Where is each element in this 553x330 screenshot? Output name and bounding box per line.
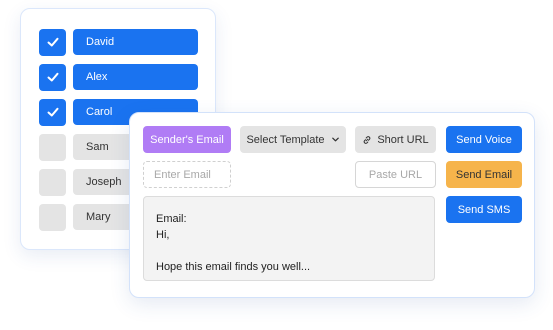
- sender-email-button[interactable]: Sender's Email: [143, 126, 231, 153]
- composer-card: Sender's Email Select Template Short URL…: [129, 112, 535, 298]
- message-line-2: Hi,: [156, 229, 170, 241]
- send-email-button[interactable]: Send Email: [446, 161, 522, 188]
- contact-checkbox-carol[interactable]: [39, 98, 66, 126]
- contact-row-alex[interactable]: Alex: [39, 63, 198, 91]
- link-icon: [362, 135, 372, 145]
- chevron-down-icon: [331, 135, 340, 144]
- contact-checkbox-sam[interactable]: [39, 133, 66, 161]
- contact-checkbox-mary[interactable]: [39, 203, 66, 231]
- check-icon: [47, 37, 58, 47]
- contact-name-david[interactable]: David: [73, 29, 198, 55]
- contact-checkbox-alex[interactable]: [39, 63, 66, 91]
- contact-row-david[interactable]: David: [39, 28, 198, 56]
- stage: David Alex Carol Sam Joseph Mary Sender'…: [0, 0, 553, 330]
- message-line-3: Hope this email finds you well...: [156, 261, 311, 273]
- select-template-label: Select Template: [246, 133, 325, 146]
- check-icon: [47, 72, 58, 82]
- enter-email-input[interactable]: Enter Email: [143, 161, 231, 188]
- contact-name-alex[interactable]: Alex: [73, 64, 198, 90]
- send-sms-button[interactable]: Send SMS: [446, 196, 522, 223]
- short-url-label: Short URL: [377, 133, 429, 146]
- contact-checkbox-joseph[interactable]: [39, 168, 66, 196]
- select-template-dropdown[interactable]: Select Template: [240, 126, 346, 153]
- contact-checkbox-david[interactable]: [39, 28, 66, 56]
- short-url-button[interactable]: Short URL: [355, 126, 436, 153]
- message-textarea[interactable]: Email: Hi, Hope this email finds you wel…: [143, 196, 435, 281]
- paste-url-input[interactable]: Paste URL: [355, 161, 436, 188]
- send-voice-button[interactable]: Send Voice: [446, 126, 522, 153]
- message-line-1: Email:: [156, 213, 187, 225]
- check-icon: [47, 107, 58, 117]
